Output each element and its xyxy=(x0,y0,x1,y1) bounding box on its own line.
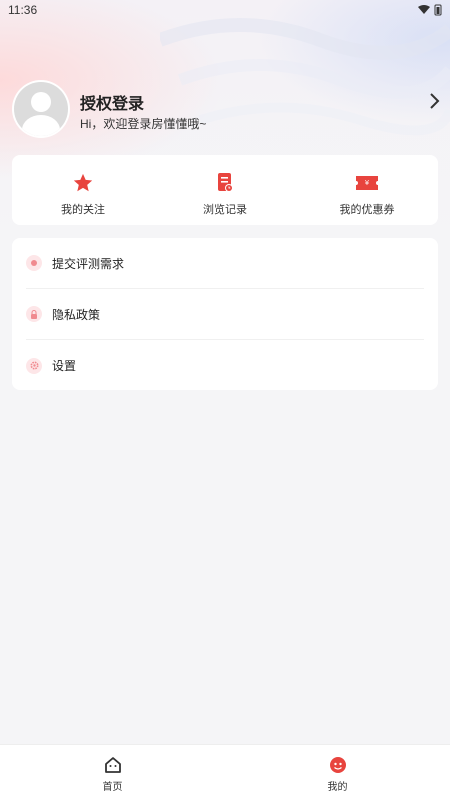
quick-actions-card: 我的关注 浏览记录 ¥ 我的优惠券 xyxy=(12,155,438,225)
bottom-tab-bar: 首页 我的 xyxy=(0,744,450,800)
profile-icon xyxy=(329,757,346,773)
quick-action-following[interactable]: 我的关注 xyxy=(12,155,154,225)
menu-item-submit-review[interactable]: 提交评测需求 xyxy=(26,238,424,289)
chevron-right-icon[interactable] xyxy=(428,92,440,110)
status-bar: 11:36 xyxy=(0,0,450,20)
welcome-text: Hi，欢迎登录房懂懂哦~ xyxy=(80,117,207,131)
menu-item-privacy-policy[interactable]: 隐私政策 xyxy=(26,289,424,340)
coupon-icon: ¥ xyxy=(355,171,379,195)
login-title[interactable]: 授权登录 xyxy=(80,90,144,114)
quick-action-label: 浏览记录 xyxy=(203,204,247,216)
wifi-icon xyxy=(418,5,430,14)
menu-card: 提交评测需求 隐私政策 设置 xyxy=(12,238,438,390)
tab-profile[interactable]: 我的 xyxy=(225,745,450,800)
tab-label: 首页 xyxy=(102,782,123,793)
submit-icon xyxy=(26,255,42,271)
menu-item-label: 提交评测需求 xyxy=(52,256,125,271)
quick-action-coupons[interactable]: ¥ 我的优惠券 xyxy=(296,155,438,225)
menu-item-label: 隐私政策 xyxy=(52,307,101,322)
quick-action-label: 我的关注 xyxy=(61,204,105,216)
quick-action-history[interactable]: 浏览记录 xyxy=(154,155,296,225)
quick-action-label: 我的优惠券 xyxy=(339,204,395,216)
login-profile[interactable]: 授权登录 Hi，欢迎登录房懂懂哦~ xyxy=(12,80,440,140)
menu-item-label: 设置 xyxy=(52,359,77,373)
gear-icon xyxy=(26,357,42,374)
tab-home[interactable]: 首页 xyxy=(0,745,225,800)
tab-label: 我的 xyxy=(327,782,348,793)
lock-icon xyxy=(26,306,42,322)
default-avatar-icon xyxy=(14,82,68,136)
avatar[interactable] xyxy=(12,80,70,138)
menu-item-settings[interactable]: 设置 xyxy=(26,340,424,391)
star-icon xyxy=(71,171,95,195)
home-icon xyxy=(104,757,121,773)
svg-text:¥: ¥ xyxy=(365,179,370,187)
battery-icon xyxy=(434,4,442,16)
history-icon xyxy=(213,171,237,195)
status-time: 11:36 xyxy=(8,3,38,17)
